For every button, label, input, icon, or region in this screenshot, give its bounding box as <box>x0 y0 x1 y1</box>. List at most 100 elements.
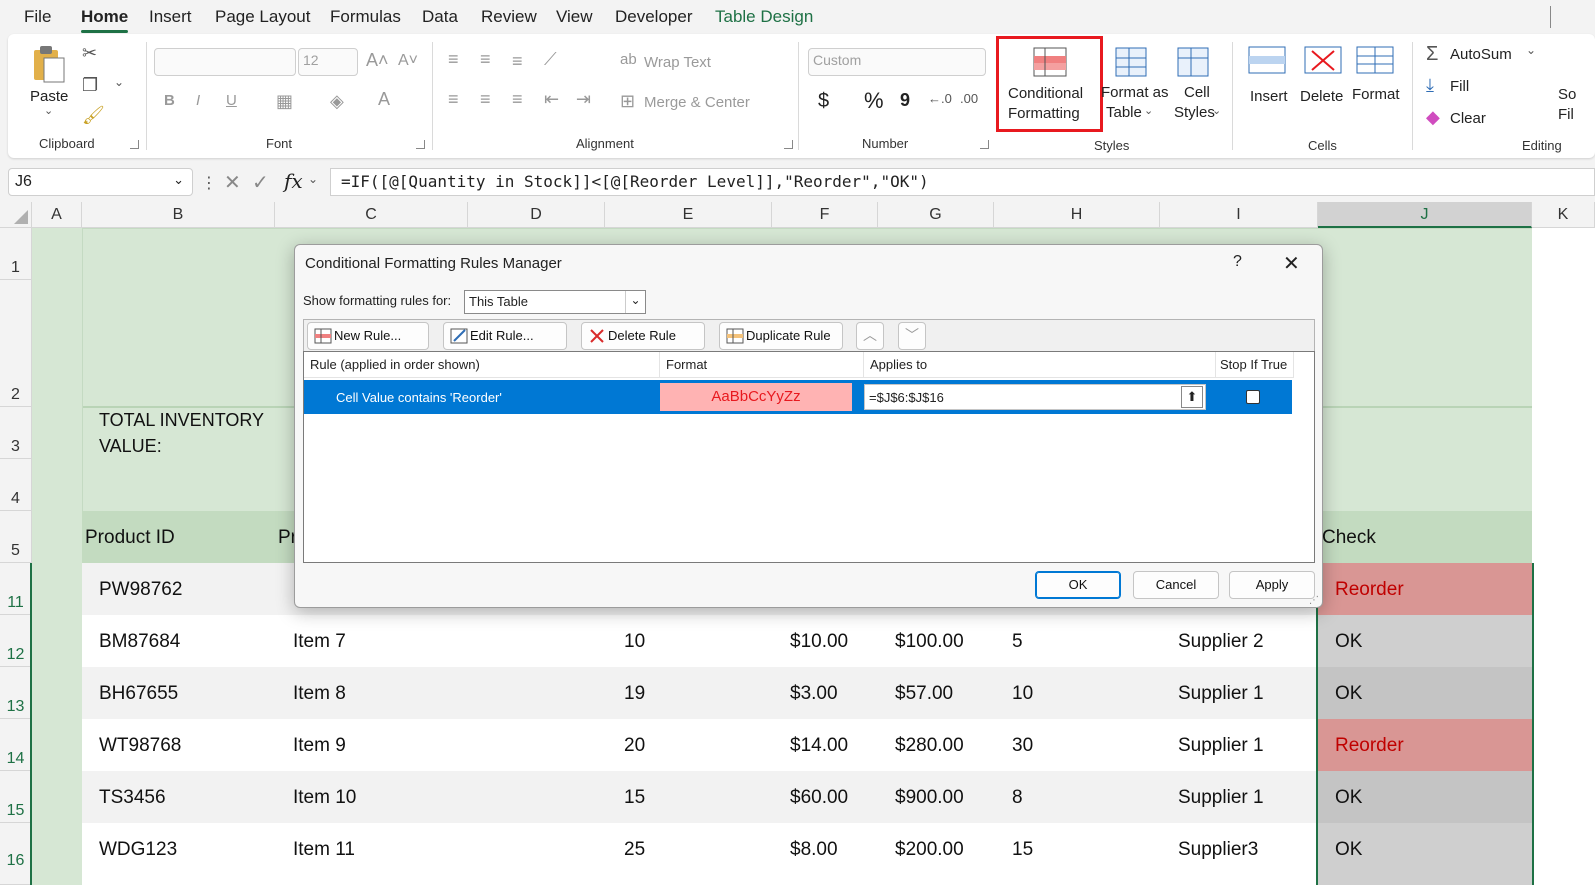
cell-check[interactable]: Reorder <box>1335 735 1404 757</box>
cell-supplier[interactable]: Supplier 2 <box>1178 631 1264 653</box>
col-header-g[interactable]: G <box>878 202 994 228</box>
col-header-h[interactable]: H <box>994 202 1160 228</box>
cell-styles-line2[interactable]: Styles <box>1174 104 1215 121</box>
row-header-14[interactable]: 14 <box>0 719 32 771</box>
rule-row[interactable]: Cell Value contains 'Reorder' AaBbCcYyZz… <box>304 380 1292 414</box>
cell-value[interactable]: $57.00 <box>895 683 953 705</box>
autosum-icon[interactable]: Σ <box>1426 44 1438 64</box>
cell-qty[interactable]: 15 <box>624 787 645 809</box>
tab-review[interactable]: Review <box>481 7 537 27</box>
cell-reorder-level[interactable]: 8 <box>1012 787 1023 809</box>
align-left-icon[interactable]: ≡ <box>448 90 459 108</box>
more-icon[interactable]: ⋮ <box>201 173 217 193</box>
cell-product-id[interactable]: WDG123 <box>99 839 177 861</box>
cell-qty[interactable]: 25 <box>624 839 645 861</box>
tab-formulas[interactable]: Formulas <box>330 7 401 27</box>
col-header-c[interactable]: C <box>275 202 468 228</box>
font-size-select[interactable]: 12 <box>298 48 358 76</box>
new-rule-button[interactable]: New Rule... <box>307 322 429 350</box>
copy-icon[interactable]: ❐ <box>82 76 98 94</box>
resize-grip-icon[interactable]: ⋰ <box>1309 595 1319 606</box>
sort-filter-partial[interactable]: So <box>1558 86 1576 103</box>
autosum-button[interactable]: AutoSum <box>1450 46 1512 63</box>
tab-developer[interactable]: Developer <box>615 7 693 27</box>
orientation-icon[interactable]: ⟋ <box>544 50 557 68</box>
applies-to-input[interactable]: =$J$6:$J$16 ⬆ <box>864 384 1206 410</box>
col-header-d[interactable]: D <box>468 202 605 228</box>
cell-price[interactable]: $10.00 <box>790 631 848 653</box>
row-header-16[interactable]: 16 <box>0 823 32 885</box>
tab-view[interactable]: View <box>556 7 593 27</box>
close-icon[interactable]: ✕ <box>1283 251 1300 276</box>
sort-filter-partial2[interactable]: Fil <box>1558 106 1574 123</box>
row-header-2[interactable]: 2 <box>0 280 32 407</box>
cut-icon[interactable]: ✂ <box>82 44 97 62</box>
table-row[interactable] <box>82 667 1318 719</box>
font-color-icon[interactable]: A <box>378 90 390 108</box>
table-row[interactable] <box>82 719 1318 771</box>
duplicate-rule-button[interactable]: Duplicate Rule <box>719 322 843 350</box>
align-middle-icon[interactable]: ≡ <box>480 50 491 68</box>
tab-table-design[interactable]: Table Design <box>715 7 813 27</box>
alignment-launcher-icon[interactable] <box>784 140 793 149</box>
cell-price[interactable]: $14.00 <box>790 735 848 757</box>
underline-button[interactable]: U <box>226 92 237 109</box>
col-header-k[interactable]: K <box>1532 202 1595 228</box>
cell-value[interactable]: $200.00 <box>895 839 964 861</box>
name-box-chevron-icon[interactable]: ⌄ <box>173 172 184 188</box>
table-row[interactable] <box>82 615 1318 667</box>
font-name-select[interactable] <box>154 48 296 76</box>
cell-value[interactable]: $900.00 <box>895 787 964 809</box>
row-header-11[interactable]: 11 <box>0 563 32 615</box>
ok-button[interactable]: OK <box>1035 571 1121 599</box>
format-cells-button[interactable]: Format <box>1352 86 1400 103</box>
cell-supplier[interactable]: Supplier 1 <box>1178 683 1264 705</box>
cell-supplier[interactable]: Supplier 1 <box>1178 735 1264 757</box>
font-launcher-icon[interactable] <box>416 140 425 149</box>
row-header-3[interactable]: 3 <box>0 407 32 459</box>
col-header-b[interactable]: B <box>82 202 275 228</box>
header-check[interactable]: Check <box>1322 527 1376 549</box>
paste-button[interactable]: Paste <box>30 88 68 105</box>
cell-reorder-level[interactable]: 10 <box>1012 683 1033 705</box>
tab-home[interactable]: Home <box>81 7 129 33</box>
cell-qty[interactable]: 10 <box>624 631 645 653</box>
row-header-4[interactable]: 4 <box>0 459 32 511</box>
cell-product-id[interactable]: TS3456 <box>99 787 166 809</box>
cell-qty[interactable]: 19 <box>624 683 645 705</box>
col-header-a[interactable]: A <box>32 202 82 228</box>
format-painter-icon[interactable]: 🖌 <box>82 106 105 124</box>
move-up-icon[interactable]: ︿ <box>856 322 884 350</box>
col-header-j[interactable]: J <box>1318 202 1532 228</box>
total-inventory-label[interactable]: TOTAL INVENTORY <box>99 410 264 431</box>
tab-data[interactable]: Data <box>422 7 458 27</box>
decrease-decimal-icon[interactable]: .00 <box>960 92 978 105</box>
cell-item[interactable]: Item 9 <box>293 735 346 757</box>
help-button[interactable]: ? <box>1233 253 1242 271</box>
col-header-i[interactable]: I <box>1160 202 1318 228</box>
cell-check[interactable]: OK <box>1335 631 1362 653</box>
cancel-button[interactable]: Cancel <box>1133 571 1219 599</box>
move-down-icon[interactable]: ﹀ <box>898 322 926 350</box>
delete-cells-button[interactable]: Delete <box>1300 88 1343 105</box>
cell-reorder-level[interactable]: 30 <box>1012 735 1033 757</box>
merge-center-button[interactable]: Merge & Center <box>644 94 750 111</box>
comma-style-button[interactable]: 9 <box>900 90 910 111</box>
row-header-12[interactable]: 12 <box>0 615 32 667</box>
format-as-table-line1[interactable]: Format as <box>1101 84 1169 101</box>
cell-check[interactable]: OK <box>1335 839 1362 861</box>
wrap-text-button[interactable]: Wrap Text <box>644 54 711 71</box>
paste-chevron-icon[interactable]: ⌄ <box>44 106 53 117</box>
cell-product-id[interactable]: WT98768 <box>99 735 181 757</box>
cell-styles-line1[interactable]: Cell <box>1184 84 1210 101</box>
fill-icon[interactable]: ⤓ <box>1426 76 1434 94</box>
col-header-f[interactable]: F <box>772 202 878 228</box>
tab-file[interactable]: File <box>24 7 51 27</box>
cell-check[interactable]: Reorder <box>1335 579 1404 601</box>
cell-check[interactable]: OK <box>1335 787 1362 809</box>
row-header-15[interactable]: 15 <box>0 771 32 823</box>
formula-input[interactable]: =IF([@[Quantity in Stock]]<[@[Reorder Le… <box>330 168 1595 196</box>
align-bottom-icon[interactable]: ≡ <box>512 52 523 70</box>
cell-reorder-level[interactable]: 5 <box>1012 631 1023 653</box>
grow-font-icon[interactable]: A˄ <box>366 50 389 71</box>
